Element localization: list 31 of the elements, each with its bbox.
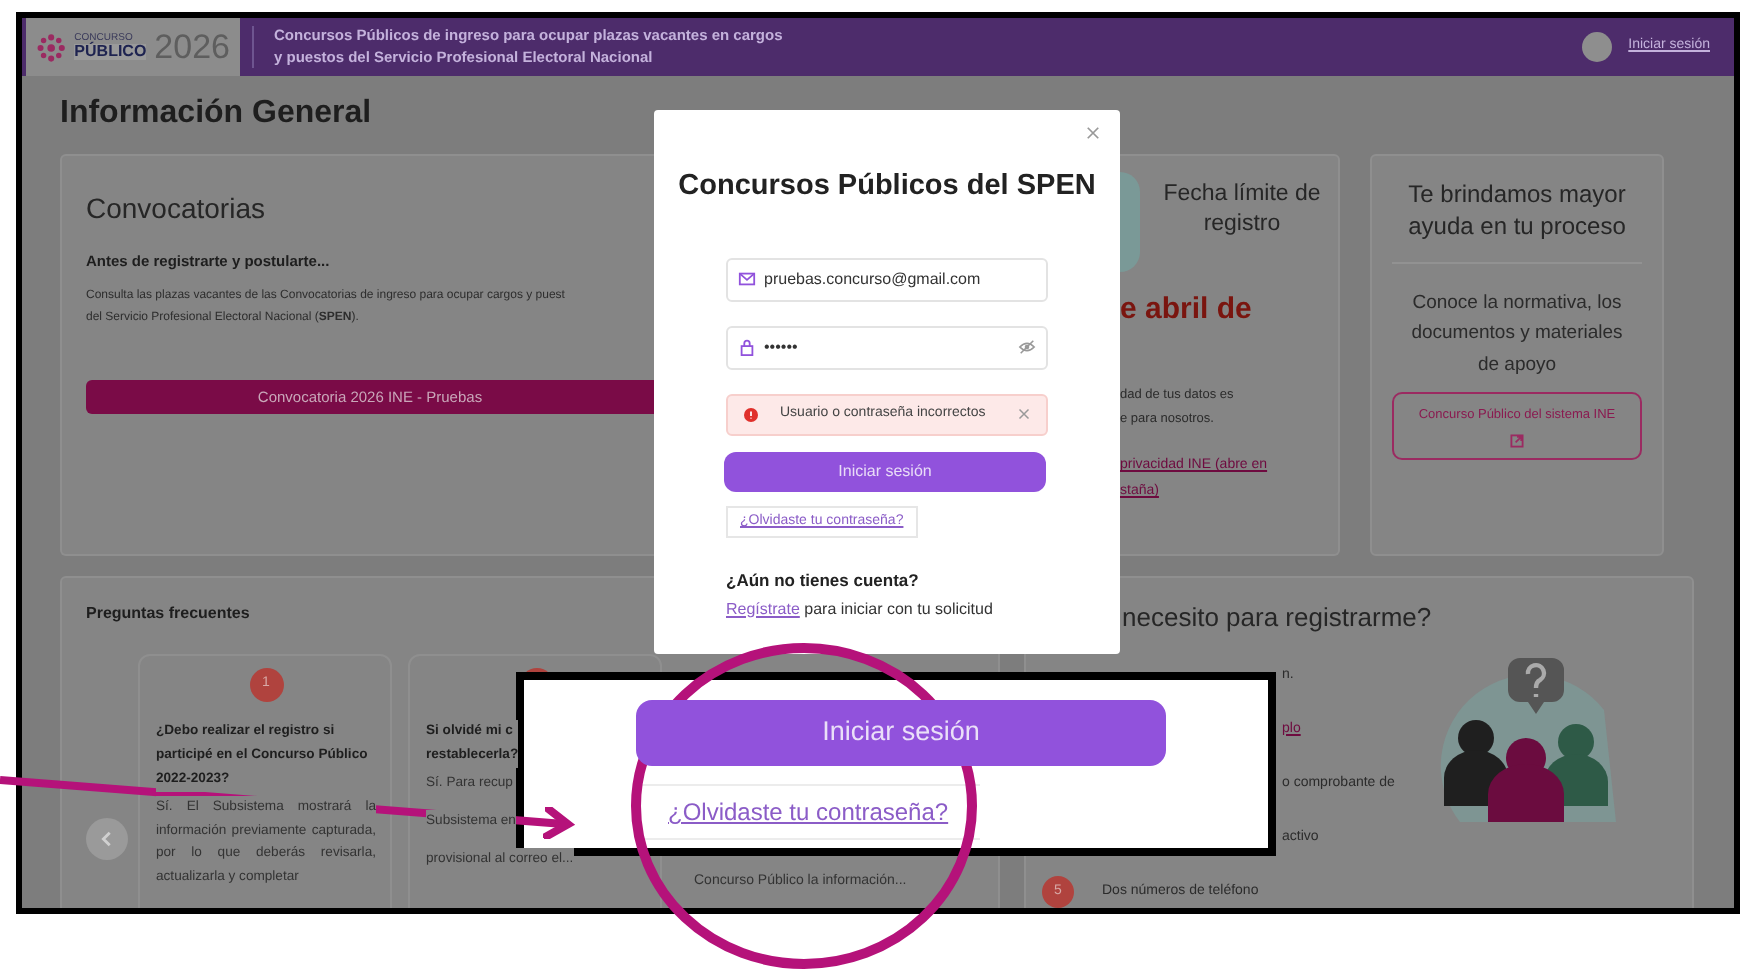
flower-icon (36, 29, 67, 65)
password-field[interactable]: •••••• (726, 325, 1048, 370)
card-title: Te brindamos mayor ayuda en tu proceso (1392, 180, 1642, 265)
close-icon (1018, 408, 1030, 421)
external-link-icon (1510, 433, 1524, 447)
signup-link[interactable]: Regístrate (726, 599, 800, 617)
card-text: Conoce la normativa, los documentos y materiales de apoyo (1409, 290, 1625, 380)
error-icon (744, 407, 758, 422)
deadline-date: e abril de (1120, 289, 1254, 330)
card-title: Convocatorias (86, 190, 267, 228)
card-title: Fecha límite de registro (1161, 180, 1323, 240)
envelope-icon (738, 269, 756, 288)
dismiss-button[interactable] (1018, 405, 1030, 424)
circle-graphic (1120, 172, 1140, 272)
lock-icon (738, 337, 756, 356)
dialog-title: Concursos Públicos del SPEN (676, 168, 1098, 206)
previous-button[interactable] (86, 818, 128, 860)
forgot-password-link[interactable]: ¿Olvidaste tu contraseña? (636, 784, 981, 840)
signup-text: Regístrate para iniciar con tu solicitud (726, 597, 995, 621)
card-title: Preguntas frecuentes (86, 602, 250, 626)
close-icon (1086, 125, 1100, 140)
login-button[interactable]: Iniciar sesión (724, 451, 1046, 492)
card-title: necesito para registrarme? (1120, 600, 1434, 636)
logo-text: PÚBLICO (74, 44, 147, 60)
eye-slash-icon (1018, 337, 1036, 356)
page-title: Información General (60, 94, 372, 134)
signup-question: ¿Aún no tienes cuenta? (726, 567, 921, 593)
login-button[interactable]: Iniciar sesión (636, 700, 1166, 766)
avatar-icon[interactable] (1582, 32, 1613, 62)
email-field[interactable]: pruebas.concurso@gmail.com (726, 257, 1048, 302)
chevron-left-icon (98, 830, 116, 848)
